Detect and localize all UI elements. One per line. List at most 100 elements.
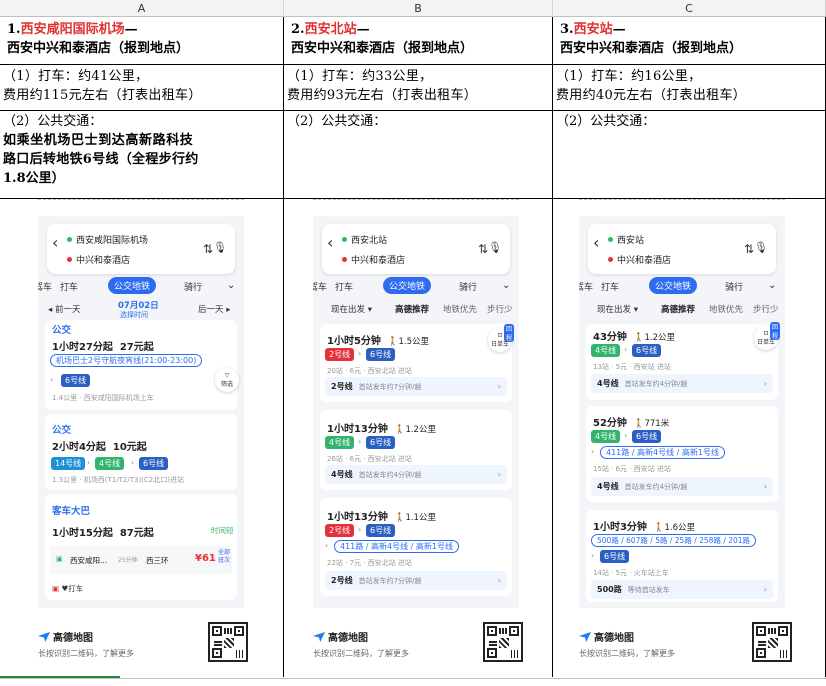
origin-place: 西安北站 bbox=[304, 22, 357, 37]
origin-field[interactable]: 西安北站 bbox=[342, 233, 387, 246]
chevron-down-icon[interactable]: ⌄ bbox=[768, 280, 776, 291]
tab-recommended[interactable]: 高德推荐 bbox=[395, 303, 429, 315]
tab-less-walking[interactable]: 步行少 bbox=[753, 303, 779, 315]
departure-bar[interactable]: 4号线 首站发车约4分钟/趟 › bbox=[591, 477, 773, 496]
tab-transit[interactable]: 公交地铁 bbox=[649, 277, 698, 294]
travel-mode-tabs: 驾车 打车 公交地铁 骑行 ⌄ bbox=[579, 276, 785, 296]
tab-bike[interactable]: 骑行 bbox=[184, 280, 202, 293]
transit-instruction-1: 如乘坐机场巴士到达高新路科技 bbox=[3, 133, 194, 148]
departure-bar[interactable]: 4号线 首站发车约4分钟/趟 › bbox=[325, 465, 507, 484]
destination-field[interactable]: 中兴和泰酒店 bbox=[67, 253, 130, 266]
tab-drive[interactable]: 驾车 bbox=[579, 280, 593, 293]
route-dash: — bbox=[356, 22, 370, 37]
taxi-distance: （1）打车：约41公里， bbox=[3, 69, 149, 84]
column-header-b[interactable]: B bbox=[284, 0, 553, 17]
origin-field[interactable]: 西安咸阳国际机场 bbox=[67, 233, 148, 246]
tab-bike[interactable]: 骑行 bbox=[459, 280, 477, 293]
route-card-2[interactable]: 1小时13分钟 🚶1.2公里 4号线 › 6号线 26站 · 6元 · 西安北站… bbox=[320, 410, 512, 490]
cell-a2[interactable]: （1）打车：约41公里， 费用约115元左右（打表出租车） bbox=[0, 65, 284, 111]
metro-line-badge: 4号线 bbox=[95, 457, 125, 470]
route-input-card: ‹ 西安咸阳国际机场 中兴和泰酒店 ⇅ 🎙 bbox=[47, 224, 235, 274]
image-top-edge bbox=[38, 199, 244, 200]
public-transit-label: （2）公共交通： bbox=[556, 114, 656, 129]
all-schedules-link: 全部班次 bbox=[218, 549, 231, 564]
cell-b1[interactable]: 2.西安北站— 西安中兴和泰酒店（报到地点） bbox=[284, 17, 553, 65]
route-duration: 1小时3分钟 🚶1.6公里 bbox=[593, 522, 696, 533]
route-duration: 1小时13分钟 🚶1.1公里 bbox=[327, 512, 436, 523]
public-transit-label: （2）公共交通： bbox=[3, 114, 103, 129]
select-time-link[interactable]: 选择时间 bbox=[120, 310, 148, 320]
route-card-1[interactable]: 公交 1小时27分起 27元起 机场巴士2号守航夜宵线(21:00-23:00)… bbox=[45, 320, 239, 410]
bus-line-options: 500路 / 607路 / 5路 / 25路 / 258路 / 201路 bbox=[591, 534, 757, 547]
swap-icon[interactable]: ⇅ bbox=[203, 242, 213, 256]
next-day-button[interactable]: 后一天 ▸ bbox=[198, 303, 230, 315]
tab-drive[interactable]: 驾车 bbox=[313, 280, 327, 293]
microphone-icon[interactable]: 🎙 bbox=[213, 241, 227, 254]
origin-field[interactable]: 西安站 bbox=[608, 233, 644, 246]
tab-metro-first[interactable]: 地铁优先 bbox=[709, 303, 743, 315]
tab-taxi[interactable]: 打车 bbox=[335, 280, 353, 293]
short-time-tag: 时间短 bbox=[211, 526, 234, 535]
metro-line-badge: 6号线 bbox=[632, 344, 662, 357]
swap-icon[interactable]: ⇅ bbox=[744, 242, 754, 256]
qr-hint: 长按识别二维码，了解更多 bbox=[38, 649, 134, 658]
departure-bar[interactable]: 4号线 首站发车约4分钟/趟 › bbox=[591, 374, 773, 393]
sort-options: 现在出发 ▾ 高德推荐 地铁优先 步行少 bbox=[579, 299, 785, 323]
walk-info: 1.4公里 · 西安咸阳国际机场上车 bbox=[52, 394, 154, 402]
departure-bar[interactable]: 500路 等待首站发车 › bbox=[591, 580, 773, 599]
tab-taxi[interactable]: 打车 bbox=[601, 280, 619, 293]
chevron-down-icon[interactable]: ⌄ bbox=[502, 280, 510, 291]
cell-c3[interactable]: （2）公共交通： bbox=[553, 111, 826, 199]
taxi-fare: 费用约40元左右（打表出租车） bbox=[556, 88, 747, 103]
tab-transit[interactable]: 公交地铁 bbox=[108, 277, 157, 294]
microphone-icon[interactable]: 🎙 bbox=[754, 241, 768, 254]
taxi-option[interactable]: ▣ ♥打车 bbox=[52, 583, 83, 594]
microphone-icon[interactable]: 🎙 bbox=[488, 241, 502, 254]
metro-line-badge: 6号线 bbox=[600, 550, 630, 563]
destination-text: 西安中兴和泰酒店（报到地点） bbox=[291, 41, 474, 56]
depart-now-dropdown[interactable]: 现在出发 ▾ bbox=[597, 303, 638, 315]
route-card-2[interactable]: 52分钟 🚶771米 4号线 › 6号线 › 411路 / 高新4号线 / 高新… bbox=[586, 406, 778, 502]
departure-bar[interactable]: 2号线 首站发车约7分钟/趟 › bbox=[325, 571, 507, 590]
next-row[interactable] bbox=[0, 678, 826, 686]
tab-taxi[interactable]: 打车 bbox=[60, 280, 78, 293]
cell-b2[interactable]: （1）打车：约33公里， 费用约93元左右（打表出租车） bbox=[284, 65, 553, 111]
destination-field[interactable]: 中兴和泰酒店 bbox=[608, 253, 671, 266]
back-arrow-icon[interactable]: ‹ bbox=[52, 233, 58, 252]
route-card-3[interactable]: 客车大巴 1小时15分起 87元起 时间短 ▣ 西安咸阳... 25分钟 西三环… bbox=[45, 494, 237, 600]
route-card-2[interactable]: 公交 2小时4分起 10元起 14号线 › 4号线 › 6号线 1.3公里 · … bbox=[45, 414, 237, 490]
route-card-1[interactable]: 43分钟 🚶1.2公里 4号线 › 6号线 13站 · 5元 · 西安站 进站 … bbox=[586, 322, 781, 400]
route-card-3[interactable]: 1小时13分钟 🚶1.1公里 2号线 › 6号线 › 411路 / 高新4号线 … bbox=[320, 498, 512, 596]
route-card-1[interactable]: 1小时5分钟 🚶1.5公里 2号线 › 6号线 20站 · 6元 · 西安北站 … bbox=[320, 324, 515, 402]
depart-now-dropdown[interactable]: 现在出发 ▾ bbox=[331, 303, 372, 315]
tab-transit[interactable]: 公交地铁 bbox=[383, 277, 432, 294]
route-duration: 1小时13分钟 🚶1.2公里 bbox=[327, 424, 436, 435]
tab-bike[interactable]: 骑行 bbox=[725, 280, 743, 293]
taxi-fare: 费用约93元左右（打表出租车） bbox=[287, 88, 478, 103]
prev-day-button[interactable]: ◂ 前一天 bbox=[48, 303, 80, 315]
back-arrow-icon[interactable]: ‹ bbox=[593, 233, 599, 252]
back-arrow-icon[interactable]: ‹ bbox=[327, 233, 333, 252]
cell-a1[interactable]: 1.西安咸阳国际机场— 西安中兴和泰酒店（报到地点） bbox=[0, 17, 284, 65]
departure-bar[interactable]: 2号线 首站发车约7分钟/趟 › bbox=[325, 377, 507, 396]
cell-c1[interactable]: 3.西安站— 西安中兴和泰酒店（报到地点） bbox=[553, 17, 826, 65]
tab-metro-first[interactable]: 地铁优先 bbox=[443, 303, 477, 315]
cell-b3[interactable]: （2）公共交通： bbox=[284, 111, 553, 199]
chevron-down-icon[interactable]: ⌄ bbox=[227, 280, 235, 291]
column-header-c[interactable]: C bbox=[553, 0, 826, 17]
destination-text: 西安中兴和泰酒店（报到地点） bbox=[7, 41, 190, 56]
route-dash: — bbox=[124, 22, 138, 37]
tab-less-walking[interactable]: 步行少 bbox=[487, 303, 513, 315]
coach-row[interactable]: ▣ 西安咸阳... 25分钟 西三环 ¥61 全部班次 bbox=[50, 546, 232, 574]
tab-recommended[interactable]: 高德推荐 bbox=[661, 303, 695, 315]
cell-c2[interactable]: （1）打车：约16公里， 费用约40元左右（打表出租车） bbox=[553, 65, 826, 111]
cell-a3[interactable]: （2）公共交通： 如乘坐机场巴士到达高新路科技 路口后转地铁6号线（全程步行约 … bbox=[0, 111, 284, 199]
swap-icon[interactable]: ⇅ bbox=[478, 242, 488, 256]
destination-field[interactable]: 中兴和泰酒店 bbox=[342, 253, 405, 266]
route-card-3[interactable]: 1小时3分钟 🚶1.6公里 500路 / 607路 / 5路 / 25路 / 2… bbox=[586, 510, 778, 602]
route-number: 3. bbox=[560, 22, 574, 37]
filter-icon[interactable]: ▽ 筛选 bbox=[215, 368, 239, 392]
travel-mode-tabs: 驾车 打车 公交地铁 骑行 ⌄ bbox=[38, 276, 244, 296]
tab-drive[interactable]: 驾车 bbox=[38, 280, 52, 293]
column-header-a[interactable]: A bbox=[0, 0, 284, 17]
